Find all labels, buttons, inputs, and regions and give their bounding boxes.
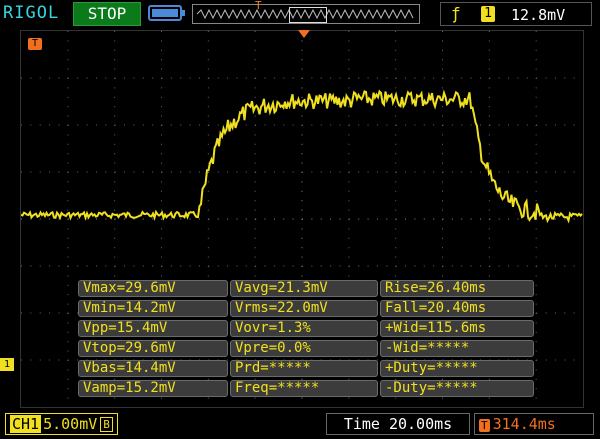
trigger-source-badge: 1 bbox=[481, 6, 495, 22]
trigger-position-mark: T bbox=[255, 0, 262, 12]
measurement-cell: Fall=20.40ms bbox=[380, 300, 534, 317]
trigger-level-marker[interactable]: T bbox=[28, 38, 42, 50]
measurement-cell: Prd=***** bbox=[230, 360, 378, 377]
memory-depth-indicator[interactable]: T bbox=[192, 0, 420, 24]
measurement-cell: Vpre=0.0% bbox=[230, 340, 378, 357]
top-status-bar: RIGOL STOP T ƒ 1 12.8mV bbox=[0, 0, 600, 30]
bottom-status-bar: CH1 5.00mV B Time 20.00ms T 314.4ms bbox=[0, 410, 600, 439]
measurement-cell: Vpp=15.4mV bbox=[78, 320, 228, 337]
measurement-table: Vmax=29.6mV Vavg=21.3mV Rise=26.40ms Vmin=1… bbox=[78, 279, 534, 400]
rising-edge-icon: ƒ bbox=[451, 4, 461, 23]
brand-label: RIGOL bbox=[3, 3, 60, 23]
measurement-cell: Vovr=1.3% bbox=[230, 320, 378, 337]
measurement-cell: -Wid=***** bbox=[380, 340, 534, 357]
measurement-cell: Vavg=21.3mV bbox=[230, 280, 378, 297]
ch1-label: CH1 bbox=[10, 415, 42, 433]
measurement-cell: Rise=26.40ms bbox=[380, 280, 534, 297]
measurement-cell: Vmin=14.2mV bbox=[78, 300, 228, 317]
timebase-indicator[interactable]: Time 20.00ms bbox=[326, 413, 470, 435]
measurement-cell: Freq=***** bbox=[230, 380, 378, 397]
measurement-cell: Vamp=15.2mV bbox=[78, 380, 228, 397]
measurement-cell: Vtop=29.6mV bbox=[78, 340, 228, 357]
horizontal-offset-icon: T bbox=[479, 419, 490, 432]
horizontal-offset-indicator[interactable]: T 314.4ms bbox=[474, 413, 594, 435]
measurement-cell: Vbas=14.4mV bbox=[78, 360, 228, 377]
ch1-scale-indicator[interactable]: CH1 5.00mV B bbox=[5, 413, 118, 435]
measurement-cell: +Wid=115.6ms bbox=[380, 320, 534, 337]
ch1-offset-marker[interactable]: 1 bbox=[0, 358, 14, 371]
measurement-cell: -Duty=***** bbox=[380, 380, 534, 397]
measurement-cell: Vmax=29.6mV bbox=[78, 280, 228, 297]
trigger-settings[interactable]: ƒ 1 12.8mV bbox=[440, 2, 592, 26]
run-stop-button[interactable]: STOP bbox=[73, 2, 141, 26]
measurement-cell: +Duty=***** bbox=[380, 360, 534, 377]
ch1-scale: 5.00mV bbox=[43, 415, 98, 433]
horizontal-offset-value: 314.4ms bbox=[492, 415, 556, 433]
trigger-position-arrow[interactable] bbox=[298, 30, 310, 38]
memory-window bbox=[289, 7, 327, 23]
battery-icon bbox=[148, 5, 185, 21]
trigger-level: 12.8mV bbox=[511, 6, 566, 24]
bandwidth-limit-badge: B bbox=[100, 417, 113, 432]
ch1-trace-line bbox=[21, 89, 583, 224]
measurement-cell: Vrms=22.0mV bbox=[230, 300, 378, 317]
